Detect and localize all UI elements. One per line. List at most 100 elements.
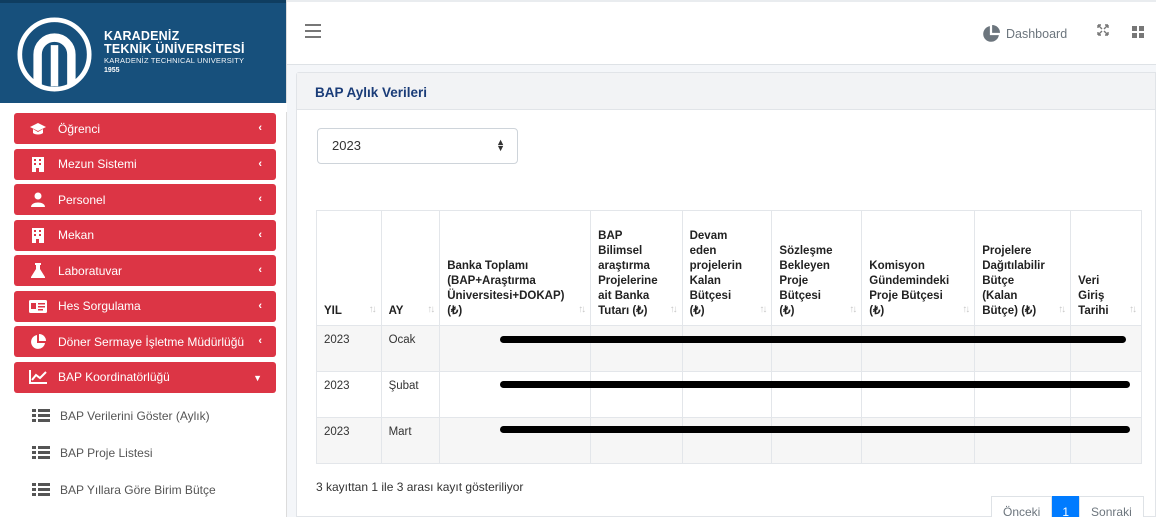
brand-name-english: KARADENİZ TECHNICAL UNIVERSITY: [104, 56, 245, 65]
sort-icon: ↑↓: [849, 304, 857, 315]
cell-redacted: [1070, 371, 1142, 418]
column-header-kalan-butce[interactable]: Devam eden projelerin Kalan Bütçesi (₺) ↑…: [681, 210, 773, 326]
sidebar: KARADENİZ TEKNİK ÜNİVERSİTESİ KARADENİZ …: [0, 0, 287, 517]
prev-page-button[interactable]: Önceki: [991, 496, 1053, 517]
brand-header[interactable]: KARADENİZ TEKNİK ÜNİVERSİTESİ KARADENİZ …: [0, 0, 286, 103]
sidebar-item-bap-koordinatorlugu[interactable]: BAP Koordinatörlüğü ▼: [14, 361, 276, 393]
cell-redacted: [771, 417, 863, 464]
cell-redacted: [771, 371, 863, 418]
apps-grid-icon[interactable]: [1132, 26, 1144, 38]
building-icon: [28, 156, 48, 172]
sidebar-item-doner-sermaye[interactable]: Döner Sermaye İşletme Müdürlüğü ‹: [14, 326, 276, 357]
cell-redacted: [974, 371, 1072, 418]
chevron-left-icon: ‹: [258, 193, 262, 205]
column-header-veri-giris-tarihi[interactable]: Veri Giriş Tarihi ↑↓: [1070, 210, 1142, 326]
building-icon: [28, 227, 48, 243]
university-logo-icon: [17, 17, 92, 92]
cell-redacted: [681, 325, 773, 372]
hamburger-icon[interactable]: [305, 24, 321, 42]
cell-redacted: [861, 371, 976, 418]
cell-redacted: [590, 325, 683, 372]
cell-yil: 2023: [316, 371, 382, 418]
cell-redacted: [861, 417, 976, 464]
column-header-banka-toplami[interactable]: Banka Toplamı (BAP+Araştırma Üniversites…: [439, 210, 592, 326]
brand-name-line2: TEKNİK ÜNİVERSİTESİ: [104, 42, 245, 56]
sidebar-item-laboratuvar[interactable]: Laboratuvar ‹: [14, 255, 276, 286]
sidebar-item-label: Hes Sorgulama: [58, 299, 141, 313]
cell-redacted: [1070, 417, 1142, 464]
sidebar-menu: Öğrenci ‹ Mezun Sistemi ‹ Personel ‹ Mek…: [14, 113, 276, 508]
id-card-icon: [28, 298, 48, 314]
cell-redacted: [681, 371, 773, 418]
redaction-mark: [500, 336, 1126, 343]
sidebar-item-label: Personel: [58, 192, 106, 207]
cell-redacted: [439, 417, 592, 464]
column-header-bap-banka-tutari[interactable]: BAP Bilimsel araştırma Projelerine ait B…: [590, 210, 683, 326]
cell-redacted: [974, 325, 1072, 372]
sort-icon: ↑↓: [578, 304, 586, 315]
sidebar-item-label: Döner Sermaye İşletme Müdürlüğü: [58, 334, 245, 349]
page-1-button[interactable]: 1: [1052, 496, 1080, 517]
dashboard-label: Dashboard: [1006, 27, 1068, 41]
sidebar-item-label: BAP Koordinatörlüğü: [58, 370, 170, 384]
dashboard-link[interactable]: Dashboard: [982, 25, 1067, 43]
sidebar-item-label: Mezun Sistemi: [58, 157, 137, 171]
flask-icon: [28, 263, 48, 279]
year-select-value: 2023: [332, 138, 361, 153]
brand-founded-year: 1955: [104, 67, 120, 74]
column-header-yil[interactable]: YIL ↑↓: [316, 210, 382, 326]
chevron-down-icon: ▼: [253, 372, 262, 383]
select-arrows-icon: ▲ ▼: [496, 137, 505, 153]
cell-redacted: [1070, 325, 1142, 372]
sidebar-item-mezun-sistemi[interactable]: Mezun Sistemi ‹: [14, 148, 276, 180]
cell-redacted: [861, 325, 976, 372]
cell-redacted: [590, 417, 683, 464]
sidebar-item-ogrenci[interactable]: Öğrenci ‹: [14, 113, 276, 144]
bap-data-card: BAP Aylık Verileri 2023 ▲ ▼ YIL ↑↓ AY ↑↓ Ba…: [296, 72, 1156, 517]
top-navbar: Dashboard: [287, 0, 1156, 65]
graduation-cap-icon: [28, 121, 48, 137]
chevron-left-icon: ‹: [258, 157, 262, 170]
table-row: 2023 Mart: [316, 417, 1142, 464]
submenu-item-label: BAP Proje Listesi: [60, 445, 153, 460]
list-icon: [32, 446, 50, 459]
list-icon: [32, 409, 50, 422]
column-header-ay[interactable]: AY ↑↓: [380, 210, 441, 326]
cell-yil: 2023: [316, 325, 382, 372]
cell-redacted: [681, 417, 773, 464]
cell-redacted: [439, 325, 592, 372]
cell-ay: Şubat: [380, 371, 441, 418]
column-header-dagitilabilir-butce[interactable]: Projelere Dağıtılabilir Bütçe (Kalan Büt…: [974, 210, 1072, 326]
chevron-left-icon: ‹: [258, 335, 262, 347]
expand-icon[interactable]: [1097, 24, 1109, 36]
bap-data-table-wrapper: YIL ↑↓ AY ↑↓ Banka Toplamı (BAP+Araştırma …: [316, 210, 1142, 464]
pagination: Önceki 1 Sonraki: [991, 496, 1144, 517]
submenu-item-bap-verileri[interactable]: BAP Verilerini Göster (Aylık): [14, 397, 276, 434]
pie-chart-icon: [983, 25, 1000, 42]
column-header-komisyon-gundemi[interactable]: Komisyon Gündemindeki Proje Bütçesi (₺) ↑…: [861, 210, 976, 326]
line-chart-icon: [28, 369, 48, 385]
sidebar-item-label: Mekan: [58, 228, 95, 242]
column-header-sozlesme-bekleyen[interactable]: Sözleşme Bekleyen Proje Bütçesi (₺) ↑↓: [771, 210, 863, 326]
submenu-item-bap-proje-listesi[interactable]: BAP Proje Listesi: [14, 434, 276, 471]
table-header-row: YIL ↑↓ AY ↑↓ Banka Toplamı (BAP+Araştırma …: [316, 210, 1142, 326]
cell-ay: Ocak: [380, 325, 441, 372]
next-page-button[interactable]: Sonraki: [1079, 496, 1144, 517]
table-info: 3 kayıttan 1 ile 3 arası kayıt gösterili…: [316, 480, 524, 494]
submenu-item-bap-birim-butce[interactable]: BAP Yıllara Göre Birim Bütçe: [14, 471, 276, 508]
cell-redacted: [974, 417, 1072, 464]
submenu-item-label: BAP Verilerini Göster (Aylık): [60, 408, 210, 423]
pie-chart-icon: [28, 333, 48, 350]
table-row: 2023 Şubat: [316, 371, 1142, 418]
sort-icon: ↑↓: [427, 304, 435, 315]
redaction-mark: [500, 381, 1130, 388]
sidebar-item-hes-sorgulama[interactable]: Hes Sorgulama ‹: [14, 290, 276, 322]
sort-icon: ↑↓: [368, 304, 377, 315]
sort-icon: ↑↓: [759, 304, 767, 315]
sidebar-item-label: Öğrenci: [58, 121, 101, 136]
sidebar-item-mekan[interactable]: Mekan ‹: [14, 219, 276, 251]
bap-submenu: BAP Verilerini Göster (Aylık) BAP Proje …: [14, 397, 276, 508]
sidebar-item-personel[interactable]: Personel ‹: [14, 184, 276, 215]
sidebar-item-label: Laboratuvar: [58, 263, 123, 278]
year-select[interactable]: 2023 ▲ ▼: [317, 128, 518, 164]
